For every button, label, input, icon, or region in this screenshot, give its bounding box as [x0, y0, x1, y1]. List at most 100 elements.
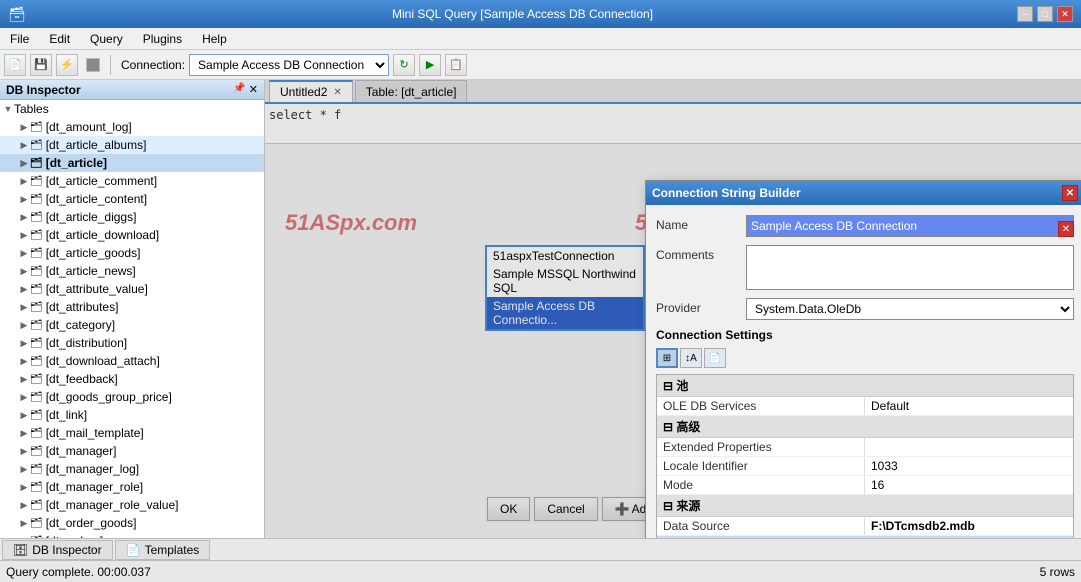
- connect-button[interactable]: ▶: [419, 54, 441, 76]
- minimize-button[interactable]: ─: [1017, 6, 1033, 22]
- maximize-button[interactable]: □: [1037, 6, 1053, 22]
- tree-area[interactable]: ▼ Tables ▶ 🗂 [dt_amount_log] ▶ 🗂 [dt_art…: [0, 100, 264, 538]
- dialog-close-button[interactable]: ✕: [1062, 185, 1078, 201]
- toolbar: 📄 💾 ⚡ Connection: Sample Access DB Conne…: [0, 50, 1081, 80]
- pin-button[interactable]: 📌: [233, 83, 245, 96]
- templates-tab-label: Templates: [145, 543, 200, 557]
- status-message: Query complete. 00:00.037: [6, 565, 151, 579]
- menu-help[interactable]: Help: [196, 30, 233, 48]
- table-label-16: [dt_link]: [46, 408, 87, 422]
- prop-section-advanced[interactable]: ⊟ 高级: [657, 416, 1073, 438]
- prop-value-mode: 16: [865, 476, 1073, 494]
- table-icon-7: 🗂: [30, 248, 43, 259]
- table-item-7[interactable]: ▶ 🗂 [dt_article_goods]: [0, 244, 264, 262]
- table-item-15[interactable]: ▶ 🗂 [dt_goods_group_price]: [0, 388, 264, 406]
- save-button[interactable]: 💾: [30, 54, 52, 76]
- bottom-tab-templates[interactable]: 📄 Templates: [115, 540, 211, 560]
- inner-close-button[interactable]: ✕: [1058, 221, 1074, 237]
- menu-plugins[interactable]: Plugins: [137, 30, 188, 48]
- run-button[interactable]: ⚡: [56, 54, 78, 76]
- table-item-6[interactable]: ▶ 🗂 [dt_article_download]: [0, 226, 264, 244]
- bottom-tab-inspector[interactable]: 🗄 DB Inspector: [2, 540, 113, 560]
- table-label-22: [dt_order_goods]: [46, 516, 137, 530]
- prop-name-datasource: Data Source: [657, 517, 865, 535]
- table-label-6: [dt_article_download]: [46, 228, 159, 242]
- table-icon-14: 🗂: [30, 374, 43, 385]
- prop-section-pool[interactable]: ⊟ 池: [657, 375, 1073, 397]
- table-item-5[interactable]: ▶ 🗂 [dt_article_diggs]: [0, 208, 264, 226]
- tables-section[interactable]: ▼ Tables: [0, 100, 264, 118]
- refresh-connection-button[interactable]: ↻: [393, 54, 415, 76]
- table-icon-17: 🗂: [30, 428, 43, 439]
- row-count: 5 rows: [1040, 565, 1075, 579]
- table-item-9[interactable]: ▶ 🗂 [dt_attribute_value]: [0, 280, 264, 298]
- table-icon-21: 🗂: [30, 500, 43, 511]
- table-icon-8: 🗂: [30, 266, 43, 277]
- conn-settings-label: Connection Settings: [656, 328, 1074, 342]
- dialog-title: Connection String Builder: [652, 186, 801, 200]
- prop-value-locale: 1033: [865, 457, 1073, 475]
- table-item-17[interactable]: ▶ 🗂 [dt_mail_template]: [0, 424, 264, 442]
- templates-tab-icon: 📄: [126, 543, 141, 557]
- table-item-22[interactable]: ▶ 🗂 [dt_order_goods]: [0, 514, 264, 532]
- prop-row-datasource: Data Source F:\DTcmsdb2.mdb: [657, 517, 1073, 536]
- menu-edit[interactable]: Edit: [43, 30, 76, 48]
- table-label-10: [dt_attributes]: [46, 300, 119, 314]
- table-item-14[interactable]: ▶ 🗂 [dt_feedback]: [0, 370, 264, 388]
- new-button[interactable]: 📄: [4, 54, 26, 76]
- prop-row-oledbservices: OLE DB Services Default: [657, 397, 1073, 416]
- connection-string-builder-dialog: Connection String Builder ✕ ✕ Name Comme…: [645, 180, 1081, 538]
- property-grid[interactable]: ⊟ 池 OLE DB Services Default ⊟ 高级 Extende…: [656, 374, 1074, 538]
- table-item-23[interactable]: ▶ 🗂 [dt_orders]: [0, 532, 264, 538]
- table-item-13[interactable]: ▶ 🗂 [dt_download_attach]: [0, 352, 264, 370]
- table-label-8: [dt_article_news]: [46, 264, 136, 278]
- cs-btn-pages[interactable]: 📄: [704, 348, 726, 368]
- table-item-11[interactable]: ▶ 🗂 [dt_category]: [0, 316, 264, 334]
- name-input[interactable]: [746, 215, 1074, 237]
- table-item-4[interactable]: ▶ 🗂 [dt_article_content]: [0, 190, 264, 208]
- prop-section-source[interactable]: ⊟ 来源: [657, 495, 1073, 517]
- table-item-21[interactable]: ▶ 🗂 [dt_manager_role_value]: [0, 496, 264, 514]
- table-item-1[interactable]: ▶ 🗂 [dt_article_albums]: [0, 136, 264, 154]
- table-label-17: [dt_mail_template]: [46, 426, 144, 440]
- prop-row-mode: Mode 16: [657, 476, 1073, 495]
- table-item-20[interactable]: ▶ 🗂 [dt_manager_role]: [0, 478, 264, 496]
- close-button[interactable]: ✕: [1057, 6, 1073, 22]
- cs-btn-sort[interactable]: ↕A: [680, 348, 702, 368]
- stop-button[interactable]: [86, 58, 100, 72]
- db-inspector-tab-icon: 🗄: [13, 543, 28, 557]
- status-bar: Query complete. 00:00.037 5 rows: [0, 560, 1081, 582]
- table-item-0[interactable]: ▶ 🗂 [dt_amount_log]: [0, 118, 264, 136]
- provider-row: Provider System.Data.OleDb: [656, 298, 1074, 320]
- table-icon-0: 🗂: [30, 122, 43, 133]
- provider-select[interactable]: System.Data.OleDb: [746, 298, 1074, 320]
- cs-btn-grid[interactable]: ⊞: [656, 348, 678, 368]
- table-item-12[interactable]: ▶ 🗂 [dt_distribution]: [0, 334, 264, 352]
- table-label-4: [dt_article_content]: [46, 192, 147, 206]
- table-item-16[interactable]: ▶ 🗂 [dt_link]: [0, 406, 264, 424]
- table-item-18[interactable]: ▶ 🗂 [dt_manager]: [0, 442, 264, 460]
- table-item-2[interactable]: ▶ 🗂 [dt_article]: [0, 154, 264, 172]
- comments-input[interactable]: [746, 245, 1074, 290]
- table-icon-10: 🗂: [30, 302, 43, 313]
- table-item-3[interactable]: ▶ 🗂 [dt_article_comment]: [0, 172, 264, 190]
- table-item-8[interactable]: ▶ 🗂 [dt_article_news]: [0, 262, 264, 280]
- app-icon: 🗃: [8, 6, 26, 23]
- connection-select[interactable]: Sample Access DB Connection: [189, 54, 389, 76]
- bottom-tabs-bar: 🗄 DB Inspector 📄 Templates: [0, 538, 1081, 560]
- close-panel-button[interactable]: ✕: [249, 83, 258, 96]
- name-row: Name: [656, 215, 1074, 237]
- table-label-13: [dt_download_attach]: [46, 354, 160, 368]
- table-icon-3: 🗂: [30, 176, 43, 187]
- table-icon-19: 🗂: [30, 464, 43, 475]
- menu-file[interactable]: File: [4, 30, 35, 48]
- menu-query[interactable]: Query: [84, 30, 129, 48]
- table-icon-12: 🗂: [30, 338, 43, 349]
- db-inspector-tab-label: DB Inspector: [32, 543, 101, 557]
- table-item-19[interactable]: ▶ 🗂 [dt_manager_log]: [0, 460, 264, 478]
- table-label-12: [dt_distribution]: [46, 336, 127, 350]
- manage-connections-button[interactable]: 📋: [445, 54, 467, 76]
- table-label-5: [dt_article_diggs]: [46, 210, 137, 224]
- tables-label: Tables: [14, 102, 49, 116]
- table-item-10[interactable]: ▶ 🗂 [dt_attributes]: [0, 298, 264, 316]
